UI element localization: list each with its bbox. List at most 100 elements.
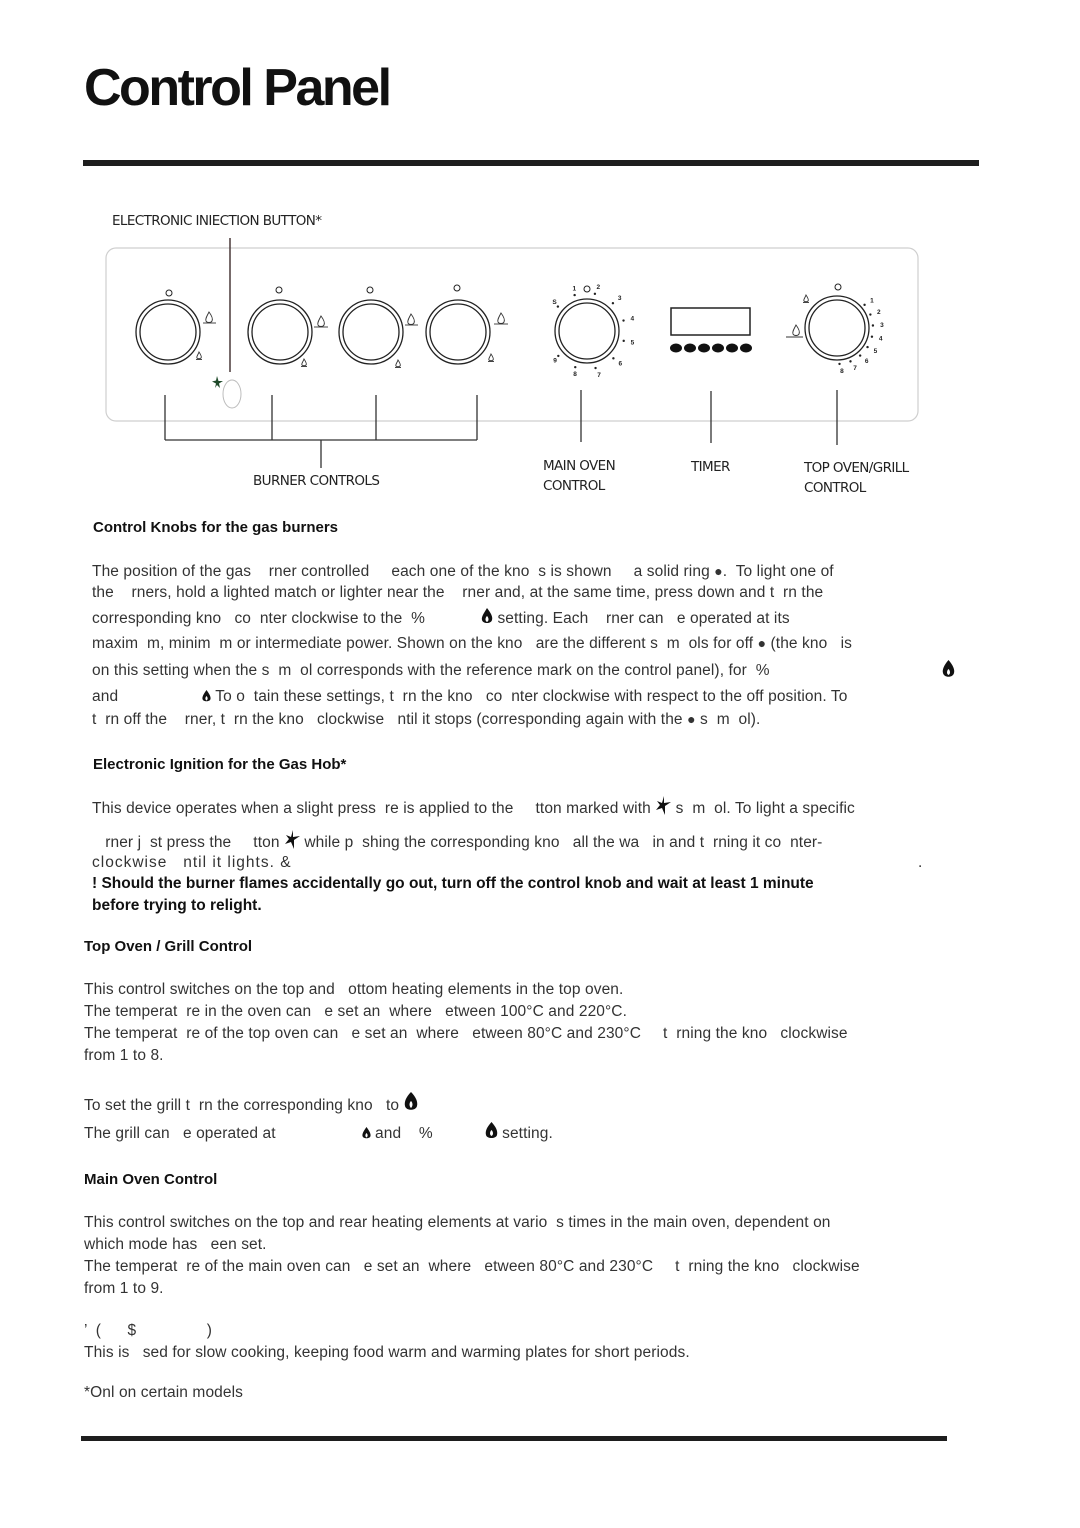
spark-icon [284,830,300,849]
ignition-button[interactable] [222,379,242,409]
top-oven-dial-marks: 12 3 456 7 8 [838,297,884,375]
text: To o tain these settings, t rn the kno c… [211,688,848,705]
dial-tick [594,366,597,370]
text: and % [375,1125,433,1142]
dial-tick [869,313,872,316]
dial-tick [611,302,615,305]
small-flame-icon [488,352,494,362]
off-mark [165,289,173,297]
text: The temperat re of the main oven can e s… [84,1258,860,1275]
timer-button[interactable] [698,343,710,353]
dial-label: 8 [840,368,844,375]
small-flame-icon [196,350,202,360]
dial-label: 5 [874,348,878,355]
dial-tick [622,339,625,343]
timer-button[interactable] [740,343,752,353]
dial-tick [849,360,852,363]
text: s m ol. To light a specific [671,800,855,817]
text: the rners, hold a lighted match or light… [92,584,824,601]
timer-button[interactable] [684,343,696,353]
text: from 1 to 8. [84,1047,164,1064]
dial-label: 1 [870,297,874,304]
burners-paragraph: The position of the gas rner controlled … [92,560,992,730]
large-flame-icon [942,660,955,677]
text: (the kno is [766,635,852,652]
footnote: *Onl on certain models [84,1384,244,1401]
dial-tick [593,292,597,296]
dial-label: 5 [631,340,635,347]
solid-ring-icon: ● [757,635,767,651]
text: which mode has een set. [84,1236,267,1253]
top-oven-label-line2: CONTROL [804,480,866,496]
control-panel-diagram: S1 23456789 12345678 [105,238,919,468]
burner-knob-3 [338,286,404,365]
dial-label: 7 [853,365,857,372]
top-oven-paragraph: This control switches on the top and ott… [84,979,994,1067]
timer-display [670,307,751,336]
slow-cook-paragraph: ’ ( $ ) This is sed for slow cooking, ke… [84,1320,994,1364]
dial-label: 2 [877,309,881,316]
off-mark [366,286,374,294]
main-oven-label-line1: MAIN OVEN [543,458,616,474]
spark-icon [212,376,223,388]
timer-button[interactable] [670,343,682,353]
dial-tick [622,319,625,322]
text: t rn off the rner, t rn the kno clockwis… [92,711,688,728]
timer-button[interactable] [712,343,724,353]
text: clockwise ntil it lights. & [92,854,292,871]
text: . [918,854,924,871]
burner-knob-4 [425,284,491,365]
text: This is sed for slow cooking, keeping fo… [84,1344,690,1361]
panel-outline [105,247,919,422]
text: . To light one of [722,563,834,580]
text: This control switches on the top and ott… [84,981,624,998]
main-oven-label-line2: CONTROL [543,478,605,494]
top-oven-knob [804,283,870,361]
small-flame-icon [395,358,401,368]
dial-tick [556,305,560,308]
dial-tick [866,345,869,349]
main-oven-dial-marks: S 1 2 3 4 5 6 7 8 9 [552,284,634,379]
dial-label: 8 [573,371,577,378]
off-mark [275,286,283,294]
section-heading-burners: Control Knobs for the gas burners [93,519,339,536]
timer-buttons [670,343,752,353]
text: This device operates when a slight press… [92,800,656,817]
dial-tick [557,354,560,358]
small-flame-icon [301,357,307,367]
dial-label: 6 [865,358,869,365]
dial-label: 6 [618,360,622,367]
top-oven-label-line1: TOP OVEN/GRILL [804,460,909,476]
dial-tick [612,357,615,360]
timer-button[interactable] [726,343,738,353]
small-flame-icon [202,690,211,702]
grill-paragraph: To set the grill t rn the corresponding … [84,1092,994,1145]
main-oven-knob [554,285,620,364]
large-flame-icon [405,313,418,326]
timer-label: TIMER [691,459,730,475]
text: This control switches on the top and rea… [84,1214,831,1231]
dial-label: 2 [597,284,601,291]
small-flame-icon [362,1127,371,1139]
dial-label: 4 [879,335,883,342]
dial-tick [871,324,875,327]
text: and [92,688,119,705]
text: The grill can e operated at [84,1125,276,1142]
text: corresponding kno co nter clockwise to t… [92,610,426,627]
spark-icon [656,796,672,815]
text: The temperat re of the top oven can e se… [84,1025,848,1042]
text: while p shing the corresponding kno all … [299,834,823,851]
large-flame-icon [404,1092,417,1110]
text: on this setting when the s m ol correspo… [92,662,770,679]
dial-label: 4 [630,316,634,323]
off-mark [834,283,842,291]
ignition-paragraph: This device operates when a slight press… [92,796,1002,874]
burner-knob-2 [247,286,313,365]
dial-label: 1 [573,285,577,292]
text: setting. Each rner can e operated at its [493,610,790,627]
text: The position of the gas rner controlled … [92,563,715,580]
small-flame-icon [803,293,809,303]
dial-tick [574,365,577,369]
text: s m ol). [695,711,761,728]
text: To set the grill t rn the corresponding … [84,1097,400,1114]
